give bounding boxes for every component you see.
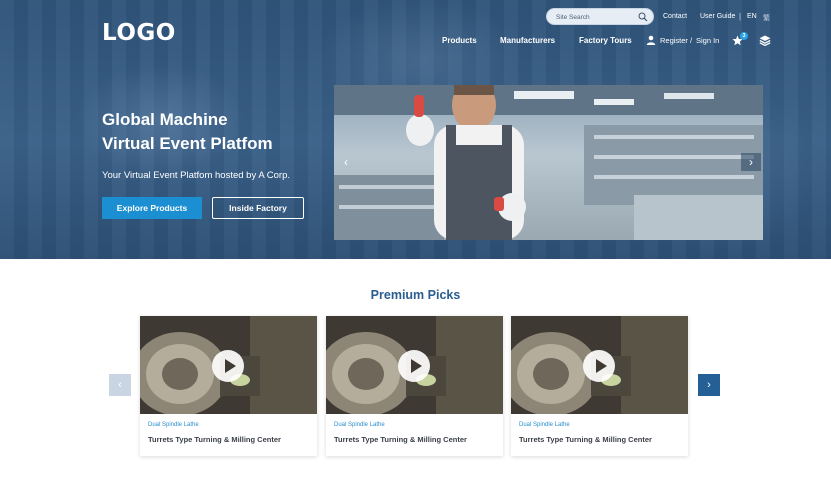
nav-factory-tours[interactable]: Factory Tours — [579, 36, 632, 45]
carousel-prev-button[interactable]: ‹ — [109, 374, 131, 396]
user-icon[interactable] — [646, 35, 656, 45]
top-divider: | — [739, 12, 742, 21]
hero-title-line-2: Virtual Event Platfom — [102, 134, 273, 153]
carousel-next-button[interactable]: › — [698, 374, 720, 396]
site-logo[interactable]: LOGO — [102, 20, 176, 46]
premium-picks-title: Premium Picks — [370, 288, 461, 302]
lathe-photo — [326, 316, 503, 414]
favorites-count-badge: 3 — [740, 32, 748, 40]
explore-products-button[interactable]: Explore Products — [102, 197, 202, 219]
product-card[interactable]: Dual Spindle Lathe Turrets Type Turning … — [511, 316, 688, 456]
lathe-photo — [140, 316, 317, 414]
hero-title: Global Machine Virtual Event Platfom — [102, 108, 273, 156]
product-title[interactable]: Turrets Type Turning & Milling Center — [519, 435, 652, 444]
sign-in-link[interactable]: Sign In — [696, 36, 719, 45]
account-divider: / — [690, 36, 693, 45]
nav-products[interactable]: Products — [442, 36, 477, 45]
product-category[interactable]: Dual Spindle Lathe — [148, 422, 199, 428]
inside-factory-button[interactable]: Inside Factory — [212, 197, 304, 219]
product-category[interactable]: Dual Spindle Lathe — [334, 422, 385, 428]
product-thumbnail[interactable] — [326, 316, 503, 414]
hero-slider[interactable]: ‹ › — [334, 85, 763, 240]
lathe-photo — [511, 316, 688, 414]
product-card[interactable]: Dual Spindle Lathe Turrets Type Turning … — [326, 316, 503, 456]
product-card[interactable]: Dual Spindle Lathe Turrets Type Turning … — [140, 316, 317, 456]
hero-banner: LOGO Contact User Guide | EN 繁 Products … — [0, 0, 831, 259]
layers-icon[interactable] — [759, 35, 771, 46]
language-en[interactable]: EN — [747, 13, 757, 20]
user-guide-link[interactable]: User Guide — [700, 13, 735, 20]
nav-manufacturers[interactable]: Manufacturers — [500, 36, 555, 45]
product-thumbnail[interactable] — [140, 316, 317, 414]
contact-link[interactable]: Contact — [663, 13, 687, 20]
hero-title-line-1: Global Machine — [102, 110, 228, 129]
site-search[interactable] — [546, 8, 654, 25]
search-input[interactable] — [556, 11, 638, 23]
hero-slider-prev[interactable]: ‹ — [336, 153, 356, 171]
product-title[interactable]: Turrets Type Turning & Milling Center — [334, 435, 467, 444]
language-zh[interactable]: 繁 — [763, 13, 770, 23]
factory-worker-photo — [334, 85, 763, 240]
register-link[interactable]: Register — [660, 36, 688, 45]
product-thumbnail[interactable] — [511, 316, 688, 414]
search-icon[interactable] — [638, 12, 648, 22]
product-category[interactable]: Dual Spindle Lathe — [519, 422, 570, 428]
hero-slider-next[interactable]: › — [741, 153, 761, 171]
product-title[interactable]: Turrets Type Turning & Milling Center — [148, 435, 281, 444]
hero-subtitle: Your Virtual Event Platfom hosted by A C… — [102, 170, 291, 181]
